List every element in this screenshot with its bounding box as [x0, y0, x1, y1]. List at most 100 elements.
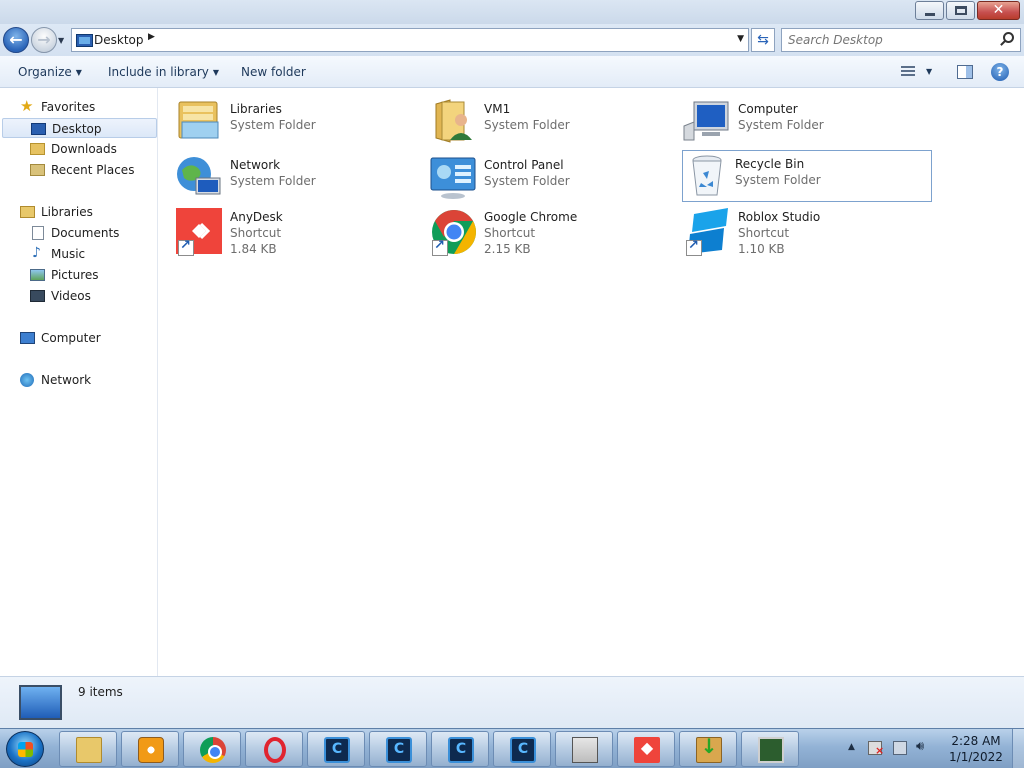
nav-pictures-label: Pictures — [51, 268, 99, 282]
taskbar-app-c-4[interactable] — [493, 731, 551, 767]
clock[interactable]: 2:28 AM 1/1/2022 — [946, 733, 1006, 765]
pictures-icon — [30, 269, 45, 281]
help-icon: ? — [996, 65, 1004, 79]
nav-music[interactable]: ♪ Music — [30, 244, 85, 264]
taskbar-anydesk[interactable] — [617, 731, 675, 767]
item-roblox-studio[interactable]: Roblox Studio Shortcut 1.10 KB — [686, 204, 936, 256]
item-type: System Folder — [484, 118, 570, 132]
recent-places-icon — [30, 164, 45, 176]
item-vm1[interactable]: VM1 System Folder — [432, 96, 682, 148]
back-arrow-icon: ← — [9, 30, 23, 49]
help-button[interactable]: ? — [991, 63, 1009, 81]
item-libraries[interactable]: Libraries System Folder — [178, 96, 428, 148]
nav-pictures[interactable]: Pictures — [30, 265, 99, 285]
nav-downloads-label: Downloads — [51, 142, 117, 156]
control-panel-icon — [430, 157, 476, 199]
address-location[interactable]: Desktop — [94, 33, 144, 47]
back-button[interactable]: ← — [3, 27, 29, 53]
item-name: Google Chrome — [484, 210, 578, 224]
start-button[interactable] — [6, 731, 44, 767]
volume-icon[interactable]: 🔊︎ — [916, 739, 930, 754]
search-input[interactable] — [788, 32, 988, 48]
nav-videos[interactable]: Videos — [30, 286, 91, 306]
restore-button[interactable] — [946, 1, 975, 20]
nav-desktop-label: Desktop — [52, 122, 102, 136]
videos-icon — [30, 290, 45, 302]
downloads-folder-icon — [30, 143, 45, 155]
address-dropdown-icon[interactable]: ▼ — [737, 34, 744, 44]
shortcut-arrow-icon — [432, 238, 448, 256]
taskbar-installer[interactable] — [679, 731, 737, 767]
desktop-large-icon — [19, 685, 62, 720]
item-name: Network — [230, 158, 281, 172]
nav-desktop[interactable]: Desktop — [2, 118, 157, 138]
music-note-icon: ♪ — [32, 245, 41, 261]
nav-documents[interactable]: Documents — [30, 223, 119, 243]
computer-icon — [20, 332, 35, 344]
nav-videos-label: Videos — [51, 289, 91, 303]
item-google-chrome[interactable]: Google Chrome Shortcut 2.15 KB — [432, 204, 682, 256]
chevron-down-icon: ▼ — [212, 68, 220, 77]
nav-documents-label: Documents — [51, 226, 120, 240]
item-count: 9 items — [78, 685, 123, 699]
item-type: System Folder — [735, 173, 821, 187]
close-button[interactable]: ✕ — [977, 1, 1020, 20]
cube-app-icon — [324, 737, 350, 763]
item-anydesk[interactable]: AnyDesk Shortcut 1.84 KB — [176, 204, 428, 256]
item-recycle-bin[interactable]: Recycle Bin System Folder — [682, 150, 932, 202]
star-icon: ★ — [20, 97, 34, 115]
system-tray: ▲ 🔊︎ 2:28 AM 1/1/2022 — [842, 729, 1024, 768]
item-name: Recycle Bin — [735, 157, 805, 171]
nav-libraries[interactable]: Libraries — [20, 202, 93, 222]
nav-favorites[interactable]: ★ Favorites — [20, 97, 95, 117]
item-name: Libraries — [230, 102, 282, 116]
item-type: System Folder — [738, 118, 824, 132]
media-player-icon — [138, 737, 164, 763]
action-center-icon[interactable] — [868, 741, 884, 757]
show-desktop-button[interactable] — [1012, 729, 1024, 768]
address-row: ← → ▼ Desktop ▶ ▼ ⇆ — [0, 24, 1024, 56]
taskbar-media-player[interactable] — [121, 731, 179, 767]
taskbar-app-c-1[interactable] — [307, 731, 365, 767]
nav-computer[interactable]: Computer — [20, 328, 101, 348]
item-network[interactable]: Network System Folder — [177, 152, 428, 204]
item-computer[interactable]: Computer System Folder — [683, 96, 936, 148]
taskbar-app-c-2[interactable] — [369, 731, 427, 767]
file-view: Libraries System Folder VM1 System Folde… — [159, 88, 1024, 676]
taskbar-network-tool[interactable] — [555, 731, 613, 767]
forward-arrow-icon: → — [37, 30, 51, 49]
shortcut-arrow-icon — [178, 238, 194, 256]
view-options-chevron-icon[interactable]: ▼ — [926, 67, 932, 76]
installer-download-icon — [696, 734, 722, 763]
network-status-icon[interactable] — [893, 741, 907, 755]
item-size: 1.10 KB — [738, 242, 785, 256]
address-bar[interactable]: Desktop ▶ ▼ — [71, 28, 749, 52]
include-in-library-button[interactable]: Include in library ▼ — [108, 65, 219, 79]
taskbar-app-c-3[interactable] — [431, 731, 489, 767]
nav-recent-places[interactable]: Recent Places — [30, 160, 134, 180]
recycle-bin-icon — [692, 155, 722, 196]
new-folder-button[interactable]: New folder — [241, 65, 306, 79]
nav-downloads[interactable]: Downloads — [30, 139, 117, 159]
search-box[interactable] — [781, 28, 1021, 52]
taskbar-explorer[interactable] — [59, 731, 117, 767]
clock-time: 2:28 AM — [951, 734, 1001, 748]
status-bar: 9 items — [0, 676, 1024, 728]
preview-pane-button[interactable] — [957, 65, 973, 79]
item-control-panel[interactable]: Control Panel System Folder — [430, 152, 682, 204]
nav-libraries-label: Libraries — [41, 205, 93, 219]
minimize-button[interactable] — [915, 1, 944, 20]
search-icon[interactable] — [1003, 32, 1014, 43]
mouse-cursor-icon — [1011, 516, 1018, 534]
taskbar-remote-desktop[interactable] — [741, 731, 799, 767]
recent-pages-dropdown[interactable]: ▼ — [58, 36, 64, 45]
nav-network[interactable]: Network — [20, 370, 91, 390]
forward-button[interactable]: → — [31, 27, 57, 53]
taskbar-opera[interactable] — [245, 731, 303, 767]
show-hidden-icons-button[interactable]: ▲ — [848, 742, 855, 752]
taskbar-chrome[interactable] — [183, 731, 241, 767]
change-view-button[interactable] — [901, 64, 917, 78]
refresh-button[interactable]: ⇆ — [751, 28, 775, 52]
breadcrumb-chevron-icon[interactable]: ▶ — [148, 32, 155, 42]
organize-button[interactable]: Organize ▼ — [18, 65, 82, 79]
